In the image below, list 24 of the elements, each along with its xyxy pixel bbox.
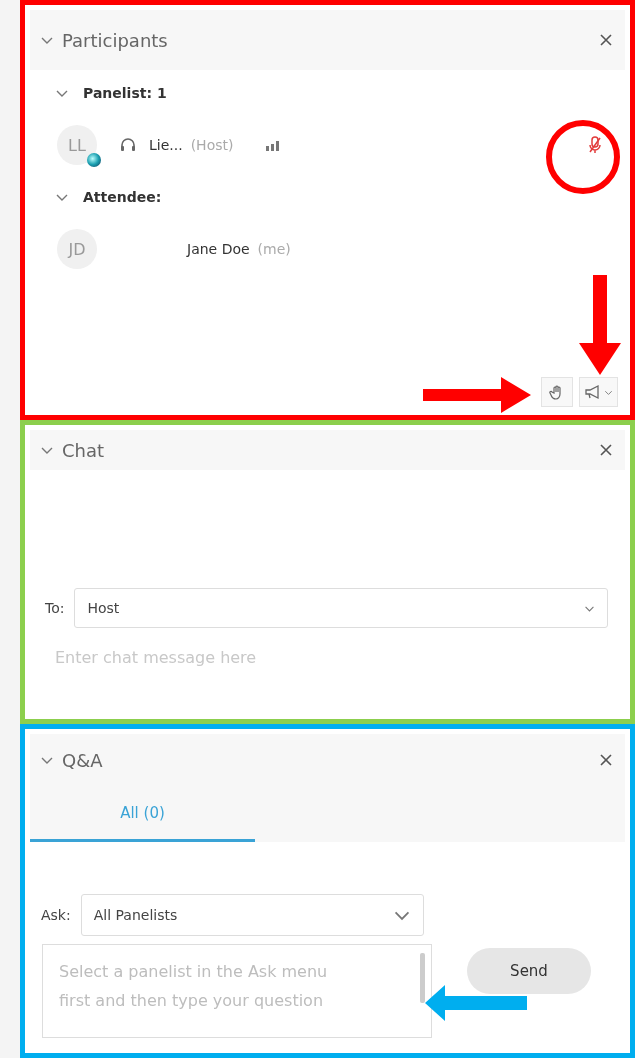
raise-hand-button[interactable] [541,377,573,407]
panel-title: Q&A [62,749,104,771]
participant-role: (Host) [190,137,234,153]
participant-role: (me) [257,241,291,257]
megaphone-button[interactable] [579,377,618,407]
to-label: To: [45,600,65,616]
participant-row[interactable]: LL Lie... (Host) [25,116,630,174]
recipient-dropdown[interactable]: Host [74,588,608,628]
headset-icon [119,136,137,154]
participant-name: Jane Doe [187,241,250,257]
microphone-icon[interactable] [588,135,602,155]
panel-title: Participants [62,29,169,51]
participant-name: Lie... [149,137,183,153]
megaphone-icon [584,384,602,400]
status-icon [87,153,101,167]
participant-row[interactable]: JD Jane Doe (me) [25,220,630,278]
panel-title: Chat [62,439,106,461]
signal-icon [265,138,282,152]
group-label: Panelist: 1 [83,85,167,101]
ask-dropdown[interactable]: All Panelists [80,894,424,936]
avatar: JD [57,229,97,269]
ask-label: Ask: [41,907,71,923]
group-label: Attendee: [83,189,162,205]
send-button[interactable]: Send [467,948,591,994]
